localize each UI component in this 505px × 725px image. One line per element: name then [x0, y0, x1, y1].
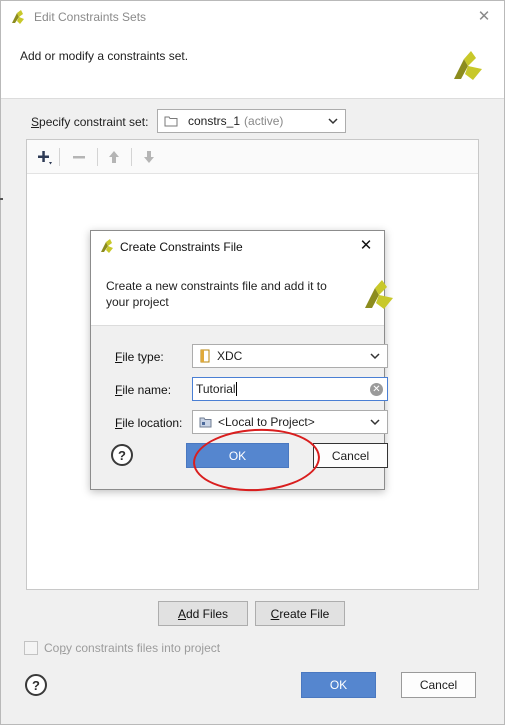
dialog-cancel-label: Cancel: [331, 448, 370, 463]
copy-constraints-label: Copy constraints files into project: [44, 641, 220, 655]
xdc-file-icon: [200, 349, 210, 363]
file-name-label-text: ile name:: [122, 383, 172, 397]
outer-header: Add or modify a constraints set.: [1, 33, 504, 99]
dialog-titlebar: Create Constraints File ✕: [91, 231, 384, 261]
dialog-cancel-button[interactable]: Cancel: [313, 443, 388, 468]
toolbar-separator: [97, 148, 98, 166]
copy-label-pre: Co: [44, 641, 60, 655]
move-down-icon[interactable]: [138, 147, 160, 167]
file-name-value: Tutorial: [196, 382, 236, 396]
help-icon[interactable]: ?: [111, 444, 133, 466]
vivado-app-icon: [101, 239, 113, 253]
file-type-label: File type:: [115, 350, 164, 364]
create-file-label: reate File: [279, 606, 330, 621]
file-location-label-text: ile location:: [122, 416, 183, 430]
add-files-mnemonic: A: [177, 606, 186, 621]
window-title: Edit Constraints Sets: [34, 10, 147, 24]
file-location-dropdown[interactable]: <Local to Project>: [192, 410, 388, 434]
help-icon[interactable]: ?: [25, 674, 47, 696]
close-icon[interactable]: ✕: [356, 236, 376, 256]
specify-label-text: pecify constraint set:: [39, 115, 149, 129]
help-label: ?: [32, 677, 40, 693]
move-up-icon[interactable]: [103, 147, 125, 167]
file-location-value: <Local to Project>: [218, 415, 315, 429]
dialog-title: Create Constraints File: [120, 240, 243, 254]
dialog-ok-button[interactable]: OK: [186, 443, 289, 468]
copy-constraints-checkbox[interactable]: [24, 641, 38, 655]
constraint-set-suffix: (active): [244, 114, 284, 128]
vivado-logo-icon: [454, 51, 482, 80]
add-files-button[interactable]: Add Files: [158, 601, 248, 626]
copy-label-rest: y constraints files into project: [66, 641, 221, 655]
toolbar-separator: [131, 148, 132, 166]
create-file-button[interactable]: Create File: [255, 601, 345, 626]
vivado-app-icon: [12, 10, 24, 24]
file-type-dropdown[interactable]: XDC: [192, 344, 388, 368]
outer-titlebar: Edit Constraints Sets ✕: [1, 1, 504, 33]
header-description: Add or modify a constraints set.: [20, 49, 189, 63]
dialog-header: Create a new constraints file and add it…: [91, 261, 393, 326]
file-name-label: File name:: [115, 383, 171, 397]
chevron-down-icon: [370, 353, 380, 360]
file-type-value: XDC: [217, 349, 243, 363]
chevron-down-icon: [370, 419, 380, 426]
constraint-set-dropdown[interactable]: constrs_1 (active): [157, 109, 346, 133]
dialog-help-label: ?: [118, 447, 126, 463]
chevron-down-icon: [328, 118, 338, 125]
remove-icon[interactable]: [68, 147, 90, 167]
dialog-ok-label: OK: [228, 448, 247, 463]
vivado-logo-icon: [365, 280, 393, 309]
create-file-mnemonic: C: [270, 606, 280, 621]
specify-constraint-set-label: Specify constraint set:: [31, 115, 148, 129]
dialog-description: Create a new constraints file and add it…: [106, 279, 327, 309]
file-location-label: File location:: [115, 416, 182, 430]
cancel-label: Cancel: [419, 678, 458, 692]
close-icon[interactable]: ✕: [474, 7, 494, 27]
copy-constraints-row: Copy constraints files into project: [24, 641, 220, 655]
file-name-input[interactable]: Tutorial ✕: [192, 377, 388, 401]
constraint-set-value: constrs_1: [188, 114, 241, 128]
background-edge-mark: [0, 198, 3, 200]
add-icon[interactable]: [33, 147, 55, 167]
files-toolbar: [27, 140, 478, 174]
clear-icon[interactable]: ✕: [370, 383, 383, 396]
folder-icon: [199, 417, 212, 428]
folder-icon: [164, 116, 178, 127]
ok-label: OK: [329, 678, 348, 692]
file-type-label-text: ile type:: [122, 350, 164, 364]
ok-button[interactable]: OK: [301, 672, 376, 698]
toolbar-separator: [59, 148, 60, 166]
cancel-button[interactable]: Cancel: [401, 672, 476, 698]
add-files-label: dd Files: [185, 606, 229, 621]
create-constraints-file-dialog: Create Constraints File ✕ Create a new c…: [90, 230, 393, 490]
specify-mnemonic: S: [31, 115, 40, 129]
file-name-value-wrap: Tutorial: [196, 382, 238, 396]
text-caret: [235, 382, 237, 396]
